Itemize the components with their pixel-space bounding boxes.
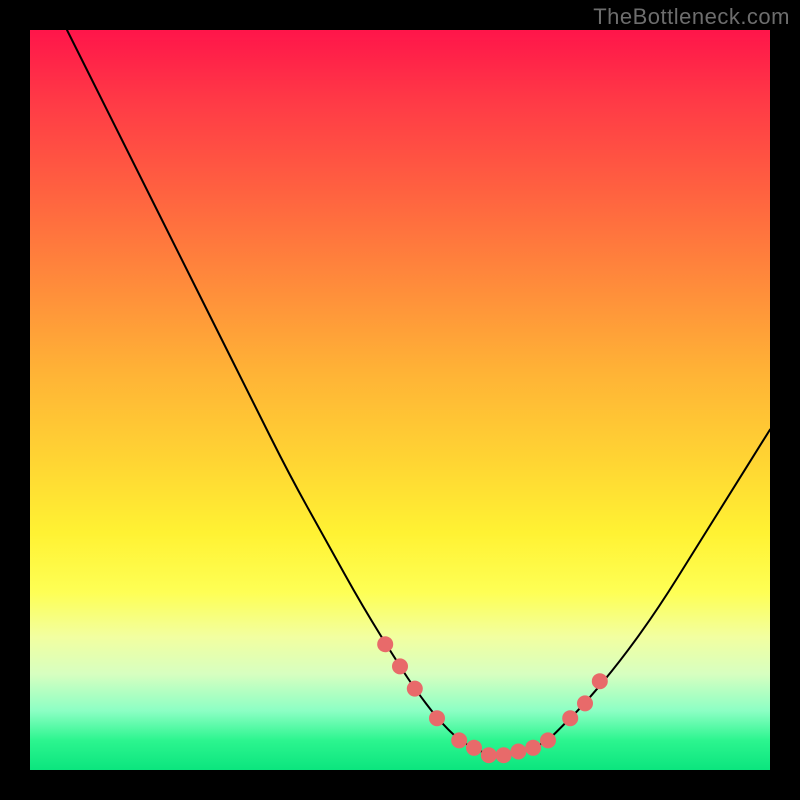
- marker-dot: [392, 658, 408, 674]
- marker-dot: [481, 747, 497, 763]
- marker-dot: [592, 673, 608, 689]
- marker-dot: [377, 636, 393, 652]
- marker-dot: [577, 695, 593, 711]
- marker-dot: [562, 710, 578, 726]
- marker-dot: [540, 732, 556, 748]
- marker-dot: [407, 681, 423, 697]
- bottleneck-curve: [67, 30, 770, 755]
- marker-dot: [466, 740, 482, 756]
- marker-dot: [451, 732, 467, 748]
- watermark-text: TheBottleneck.com: [593, 4, 790, 30]
- marker-dot: [496, 747, 512, 763]
- highlighted-points: [377, 636, 608, 763]
- marker-dot: [429, 710, 445, 726]
- plot-area: [30, 30, 770, 770]
- marker-dot: [525, 740, 541, 756]
- chart-frame: TheBottleneck.com: [0, 0, 800, 800]
- marker-dot: [510, 744, 526, 760]
- curve-svg: [30, 30, 770, 770]
